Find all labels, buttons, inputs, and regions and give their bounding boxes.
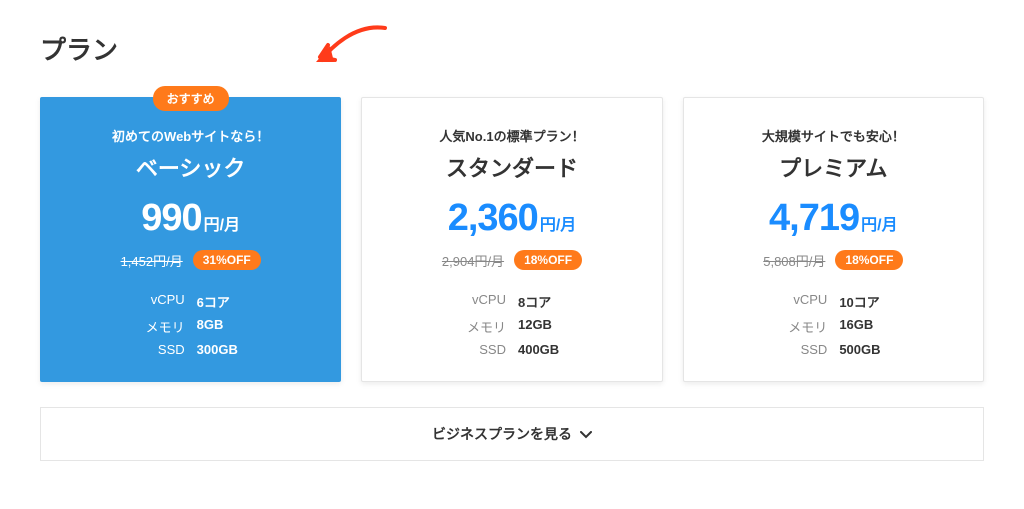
spec-label-vcpu: vCPU <box>116 292 185 311</box>
specs-list: vCPU 10コア メモリ 16GB SSD 500GB <box>758 292 908 357</box>
spec-label-memory: メモリ <box>116 317 185 336</box>
discount-badge: 31%OFF <box>193 250 261 270</box>
discount-line: 5,808円/月 18%OFF <box>704 250 963 270</box>
plan-tagline: 大規模サイトでも安心！ <box>704 126 963 145</box>
spec-label-ssd: SSD <box>116 342 185 357</box>
plan-card-standard[interactable]: 人気No.1の標準プラン！ スタンダード 2,360 円/月 2,904円/月 … <box>361 97 662 382</box>
spec-value-memory: 16GB <box>839 317 908 336</box>
spec-value-vcpu: 10コア <box>839 292 908 311</box>
specs-list: vCPU 8コア メモリ 12GB SSD 400GB <box>437 292 587 357</box>
price-line: 2,360 円/月 <box>382 197 641 240</box>
spec-label-vcpu: vCPU <box>758 292 827 311</box>
spec-value-ssd: 300GB <box>197 342 266 357</box>
discount-line: 1,452円/月 31%OFF <box>61 250 320 270</box>
plans-row: おすすめ 初めてのWebサイトなら！ ベーシック 990 円/月 1,452円/… <box>40 97 984 382</box>
spec-value-memory: 12GB <box>518 317 587 336</box>
spec-value-ssd: 400GB <box>518 342 587 357</box>
original-price: 1,452円/月 <box>121 251 183 270</box>
original-price: 5,808円/月 <box>763 251 825 270</box>
plan-name: スタンダード <box>382 151 641 183</box>
price-line: 990 円/月 <box>61 197 320 240</box>
spec-value-memory: 8GB <box>197 317 266 336</box>
plan-name: プレミアム <box>704 151 963 183</box>
discount-line: 2,904円/月 18%OFF <box>382 250 641 270</box>
recommended-badge: おすすめ <box>153 86 229 111</box>
spec-value-vcpu: 6コア <box>197 292 266 311</box>
price-unit: 円/月 <box>540 211 576 235</box>
spec-label-memory: メモリ <box>758 317 827 336</box>
spec-label-ssd: SSD <box>758 342 827 357</box>
plan-card-premium[interactable]: 大規模サイトでも安心！ プレミアム 4,719 円/月 5,808円/月 18%… <box>683 97 984 382</box>
price-amount: 2,360 <box>448 197 538 240</box>
spec-label-ssd: SSD <box>437 342 506 357</box>
price-unit: 円/月 <box>204 211 240 235</box>
spec-value-ssd: 500GB <box>839 342 908 357</box>
discount-badge: 18%OFF <box>514 250 582 270</box>
discount-badge: 18%OFF <box>835 250 903 270</box>
plan-name: ベーシック <box>61 151 320 183</box>
business-plans-link[interactable]: ビジネスプランを見る <box>40 407 984 461</box>
plan-tagline: 人気No.1の標準プラン！ <box>382 126 641 145</box>
section-title: プラン <box>40 30 984 67</box>
spec-label-memory: メモリ <box>437 317 506 336</box>
business-link-label: ビジネスプランを見る <box>432 424 572 444</box>
chevron-down-icon <box>580 426 592 442</box>
price-amount: 990 <box>141 197 201 240</box>
plan-card-basic[interactable]: おすすめ 初めてのWebサイトなら！ ベーシック 990 円/月 1,452円/… <box>40 97 341 382</box>
price-line: 4,719 円/月 <box>704 197 963 240</box>
specs-list: vCPU 6コア メモリ 8GB SSD 300GB <box>116 292 266 357</box>
price-unit: 円/月 <box>861 211 897 235</box>
plan-tagline: 初めてのWebサイトなら！ <box>61 126 320 145</box>
arrow-annotation-icon <box>310 20 390 70</box>
spec-value-vcpu: 8コア <box>518 292 587 311</box>
price-amount: 4,719 <box>769 197 859 240</box>
spec-label-vcpu: vCPU <box>437 292 506 311</box>
original-price: 2,904円/月 <box>442 251 504 270</box>
